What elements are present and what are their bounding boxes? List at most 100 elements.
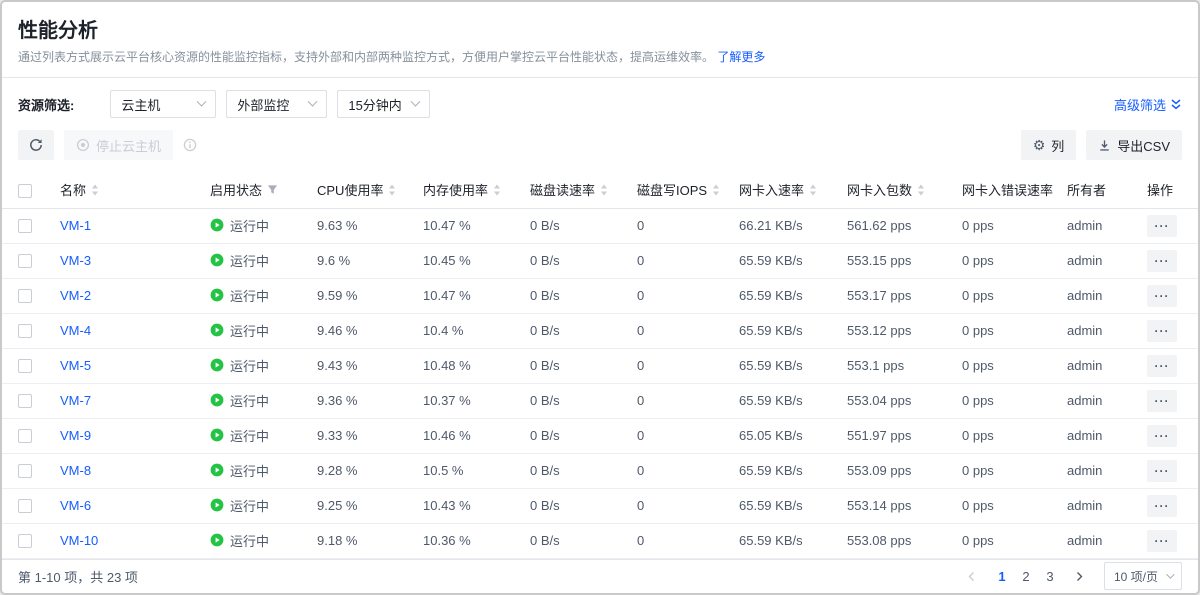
page-subtitle: 通过列表方式展示云平台核心资源的性能监控指标，支持外部和内部两种监控方式，方便用… xyxy=(18,49,1182,65)
disk-write-iops-cell: 0 xyxy=(623,418,725,453)
vm-name-link[interactable]: VM-4 xyxy=(60,323,91,338)
resource-type-select[interactable]: 云主机 xyxy=(110,90,216,118)
column-header-actions: 操作 xyxy=(1147,183,1173,198)
status-badge: 运行中 xyxy=(210,496,269,515)
page-size-value: 10 项/页 xyxy=(1114,568,1158,585)
table-row: VM-7 运行中 9.36 % 10.37 % 0 B/s 0 65.59 KB… xyxy=(2,383,1200,418)
column-header-name[interactable]: 名称 xyxy=(60,180,86,199)
row-checkbox[interactable] xyxy=(18,324,32,338)
nic-in-packets-cell: 553.17 pps xyxy=(833,278,948,313)
table-header-row: 名称 启用状态 CPU使用率 内存使用率 磁盘读速率 磁盘写IOPS 网卡入速率… xyxy=(2,172,1200,208)
nic-in-packets-cell: 551.97 pps xyxy=(833,418,948,453)
row-actions-button[interactable]: ··· xyxy=(1147,320,1177,342)
row-checkbox[interactable] xyxy=(18,499,32,513)
row-checkbox[interactable] xyxy=(18,254,32,268)
cpu-usage-cell: 9.59 % xyxy=(303,278,409,313)
sort-icon[interactable] xyxy=(600,184,608,196)
monitor-type-select[interactable]: 外部监控 xyxy=(226,90,327,118)
select-all-checkbox[interactable] xyxy=(18,184,32,198)
row-actions-button[interactable]: ··· xyxy=(1147,215,1177,237)
vm-name-link[interactable]: VM-6 xyxy=(60,498,91,513)
sort-icon[interactable] xyxy=(712,184,720,196)
nic-in-rate-cell: 66.21 KB/s xyxy=(725,208,833,243)
next-page-button[interactable] xyxy=(1068,564,1092,588)
nic-in-rate-cell: 65.59 KB/s xyxy=(725,313,833,348)
row-checkbox[interactable] xyxy=(18,219,32,233)
vm-name-link[interactable]: VM-10 xyxy=(60,533,98,548)
page-header: 性能分析 通过列表方式展示云平台核心资源的性能监控指标，支持外部和内部两种监控方… xyxy=(2,2,1198,77)
sort-icon[interactable] xyxy=(91,184,99,196)
row-checkbox[interactable] xyxy=(18,289,32,303)
columns-settings-button[interactable]: ⚙ 列 xyxy=(1021,130,1077,160)
learn-more-link[interactable]: 了解更多 xyxy=(717,50,765,64)
sort-icon[interactable] xyxy=(917,184,925,196)
row-checkbox[interactable] xyxy=(18,359,32,373)
row-actions-button[interactable]: ··· xyxy=(1147,425,1177,447)
page-size-select[interactable]: 10 项/页 xyxy=(1104,562,1182,590)
advanced-filter-link[interactable]: 高级筛选 xyxy=(1114,95,1182,114)
nic-in-packets-cell: 553.15 pps xyxy=(833,243,948,278)
table-row: VM-5 运行中 9.43 % 10.48 % 0 B/s 0 65.59 KB… xyxy=(2,348,1200,383)
table-row: VM-3 运行中 9.6 % 10.45 % 0 B/s 0 65.59 KB/… xyxy=(2,243,1200,278)
chevron-down-icon xyxy=(197,96,207,106)
row-checkbox[interactable] xyxy=(18,464,32,478)
vm-name-link[interactable]: VM-3 xyxy=(60,253,91,268)
column-header-nic-in-errors[interactable]: 网卡入错误速率 xyxy=(962,180,1053,199)
resource-type-select-value: 云主机 xyxy=(121,95,160,114)
ellipsis-icon: ··· xyxy=(1155,499,1170,513)
row-actions-button[interactable]: ··· xyxy=(1147,495,1177,517)
column-header-disk-read[interactable]: 磁盘读速率 xyxy=(530,180,595,199)
owner-cell: admin xyxy=(1053,208,1133,243)
row-actions-button[interactable]: ··· xyxy=(1147,460,1177,482)
vm-name-link[interactable]: VM-8 xyxy=(60,463,91,478)
vm-name-link[interactable]: VM-7 xyxy=(60,393,91,408)
nic-in-rate-cell: 65.59 KB/s xyxy=(725,453,833,488)
page-number-list: 123 xyxy=(990,564,1062,588)
column-header-memory[interactable]: 内存使用率 xyxy=(423,180,488,199)
row-checkbox[interactable] xyxy=(18,534,32,548)
sort-icon[interactable] xyxy=(809,184,817,196)
refresh-button[interactable] xyxy=(18,130,54,160)
vm-name-link[interactable]: VM-5 xyxy=(60,358,91,373)
column-header-nic-in-rate[interactable]: 网卡入速率 xyxy=(739,180,804,199)
disk-read-rate-cell: 0 B/s xyxy=(516,488,623,523)
row-checkbox[interactable] xyxy=(18,429,32,443)
status-badge: 运行中 xyxy=(210,286,269,305)
column-header-status[interactable]: 启用状态 xyxy=(210,180,262,199)
page-number-button[interactable]: 3 xyxy=(1038,564,1062,588)
table-body: VM-1 运行中 9.63 % 10.47 % 0 B/s 0 66.21 KB… xyxy=(2,208,1200,558)
running-status-icon xyxy=(210,358,224,372)
row-actions-button[interactable]: ··· xyxy=(1147,390,1177,412)
vm-name-link[interactable]: VM-1 xyxy=(60,218,91,233)
vm-name-link[interactable]: VM-2 xyxy=(60,288,91,303)
column-header-cpu[interactable]: CPU使用率 xyxy=(317,180,383,199)
memory-usage-cell: 10.36 % xyxy=(409,523,516,558)
time-range-select[interactable]: 15分钟内 xyxy=(337,90,430,118)
column-header-disk-write-iops[interactable]: 磁盘写IOPS xyxy=(637,180,707,199)
running-status-icon xyxy=(210,428,224,442)
memory-usage-cell: 10.47 % xyxy=(409,208,516,243)
disk-write-iops-cell: 0 xyxy=(623,243,725,278)
cpu-usage-cell: 9.63 % xyxy=(303,208,409,243)
sort-icon[interactable] xyxy=(493,184,501,196)
stop-vm-button[interactable]: 停止云主机 xyxy=(64,130,173,160)
nic-in-errors-cell: 0 pps xyxy=(948,453,1053,488)
vm-name-link[interactable]: VM-9 xyxy=(60,428,91,443)
row-actions-button[interactable]: ··· xyxy=(1147,285,1177,307)
prev-page-button[interactable] xyxy=(960,564,984,588)
export-csv-button[interactable]: 导出CSV xyxy=(1086,130,1182,160)
row-actions-button[interactable]: ··· xyxy=(1147,355,1177,377)
row-checkbox[interactable] xyxy=(18,394,32,408)
page-number-button[interactable]: 1 xyxy=(990,564,1014,588)
sort-icon[interactable] xyxy=(388,184,396,196)
row-actions-button[interactable]: ··· xyxy=(1147,530,1177,552)
nic-in-packets-cell: 553.08 pps xyxy=(833,523,948,558)
running-status-icon xyxy=(210,218,224,232)
memory-usage-cell: 10.43 % xyxy=(409,488,516,523)
row-actions-button[interactable]: ··· xyxy=(1147,250,1177,272)
filter-funnel-icon[interactable] xyxy=(267,184,278,195)
page-number-button[interactable]: 2 xyxy=(1014,564,1038,588)
cpu-usage-cell: 9.46 % xyxy=(303,313,409,348)
resource-filter-label: 资源筛选: xyxy=(18,95,74,114)
column-header-nic-in-packets[interactable]: 网卡入包数 xyxy=(847,180,912,199)
